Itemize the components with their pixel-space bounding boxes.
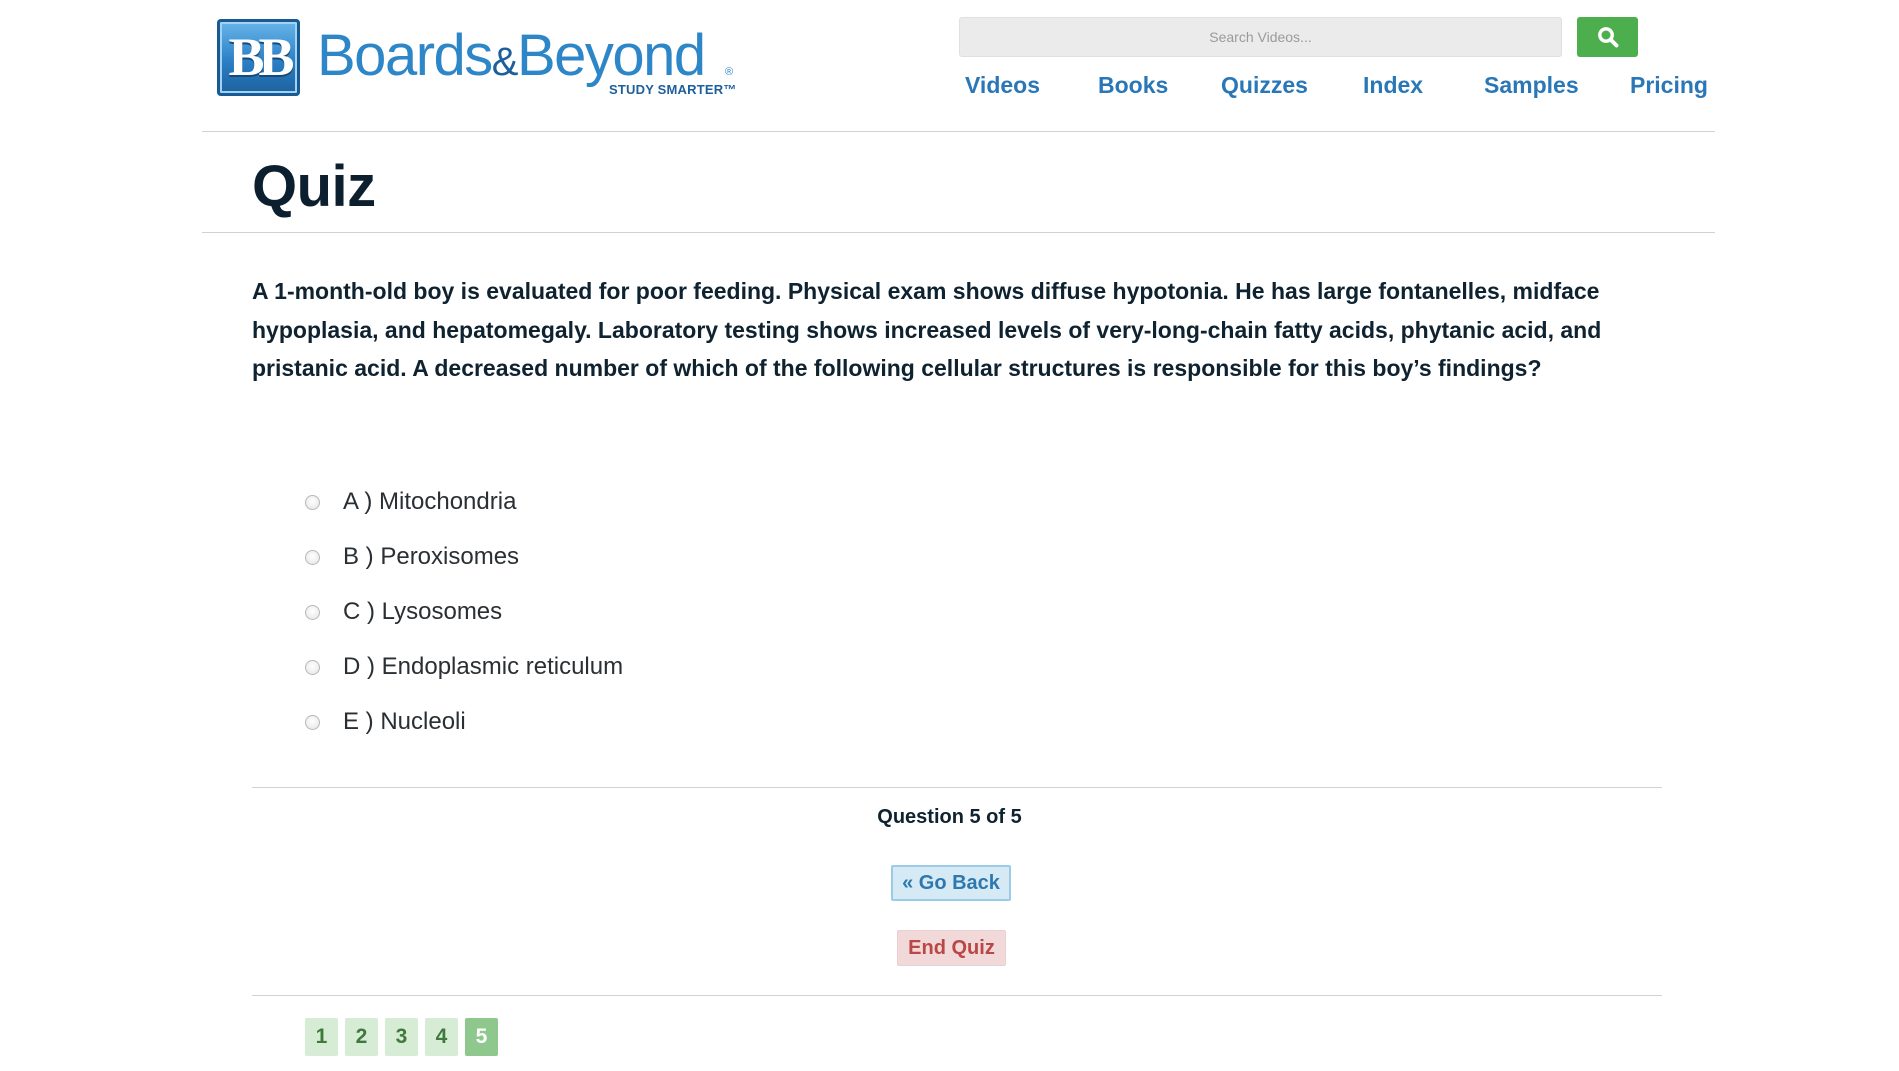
nav-samples[interactable]: Samples bbox=[1484, 72, 1579, 99]
logo-ampersand: & bbox=[491, 40, 519, 84]
logo-wordmark: Boards&Beyond ® STUDY SMARTER™ bbox=[317, 18, 737, 97]
page-title: Quiz bbox=[252, 154, 376, 219]
page-button-4[interactable]: 4 bbox=[425, 1018, 458, 1056]
option-label: D ) Endoplasmic reticulum bbox=[343, 653, 624, 680]
page-button-3[interactable]: 3 bbox=[385, 1018, 418, 1056]
option-a[interactable]: A ) Mitochondria bbox=[305, 488, 516, 516]
logo-word-2: Beyond bbox=[516, 23, 706, 88]
header-divider bbox=[202, 131, 1715, 132]
option-label: B ) Peroxisomes bbox=[343, 543, 520, 570]
logo-word-1: Boards bbox=[317, 23, 493, 88]
question-text: A 1-month-old boy is evaluated for poor … bbox=[252, 278, 1602, 381]
option-label: C ) Lysosomes bbox=[343, 598, 503, 625]
brand-logo[interactable]: BB Boards&Beyond ® STUDY SMARTER™ bbox=[217, 18, 737, 97]
radio-button[interactable] bbox=[305, 549, 320, 565]
nav-books[interactable]: Books bbox=[1098, 72, 1168, 99]
logo-tagline: STUDY SMARTER™ bbox=[609, 82, 737, 97]
search-input[interactable] bbox=[959, 17, 1562, 57]
registered-mark: ® bbox=[725, 66, 734, 78]
nav-pricing[interactable]: Pricing bbox=[1630, 72, 1708, 99]
search-icon bbox=[1597, 27, 1618, 48]
end-quiz-button[interactable]: End Quiz bbox=[897, 930, 1006, 966]
page-button-2[interactable]: 2 bbox=[345, 1018, 378, 1056]
logo-mark: BB bbox=[217, 18, 300, 96]
nav-index[interactable]: Index bbox=[1363, 72, 1423, 99]
radio-button[interactable] bbox=[305, 604, 320, 620]
page-button-1[interactable]: 1 bbox=[305, 1018, 338, 1056]
option-c[interactable]: C ) Lysosomes bbox=[305, 598, 502, 626]
search-button[interactable] bbox=[1577, 17, 1638, 57]
title-divider bbox=[202, 232, 1715, 233]
nav-videos[interactable]: Videos bbox=[965, 72, 1040, 99]
option-e[interactable]: E ) Nucleoli bbox=[305, 708, 466, 736]
option-d[interactable]: D ) Endoplasmic reticulum bbox=[305, 653, 623, 681]
option-b[interactable]: B ) Peroxisomes bbox=[305, 543, 519, 571]
go-back-button[interactable]: « Go Back bbox=[891, 865, 1011, 901]
option-label: E ) Nucleoli bbox=[343, 708, 466, 735]
radio-button[interactable] bbox=[305, 714, 320, 730]
option-label: A ) Mitochondria bbox=[343, 488, 517, 515]
radio-button[interactable] bbox=[305, 659, 320, 675]
radio-button[interactable] bbox=[305, 494, 320, 510]
options-divider bbox=[252, 787, 1662, 788]
site-header: BB Boards&Beyond ® STUDY SMARTER™ Videos… bbox=[0, 0, 1899, 131]
pager-divider bbox=[252, 995, 1662, 996]
nav-quizzes[interactable]: Quizzes bbox=[1221, 72, 1308, 99]
question-counter: Question 5 of 5 bbox=[877, 806, 1022, 828]
page-button-5-current[interactable]: 5 bbox=[465, 1018, 498, 1056]
